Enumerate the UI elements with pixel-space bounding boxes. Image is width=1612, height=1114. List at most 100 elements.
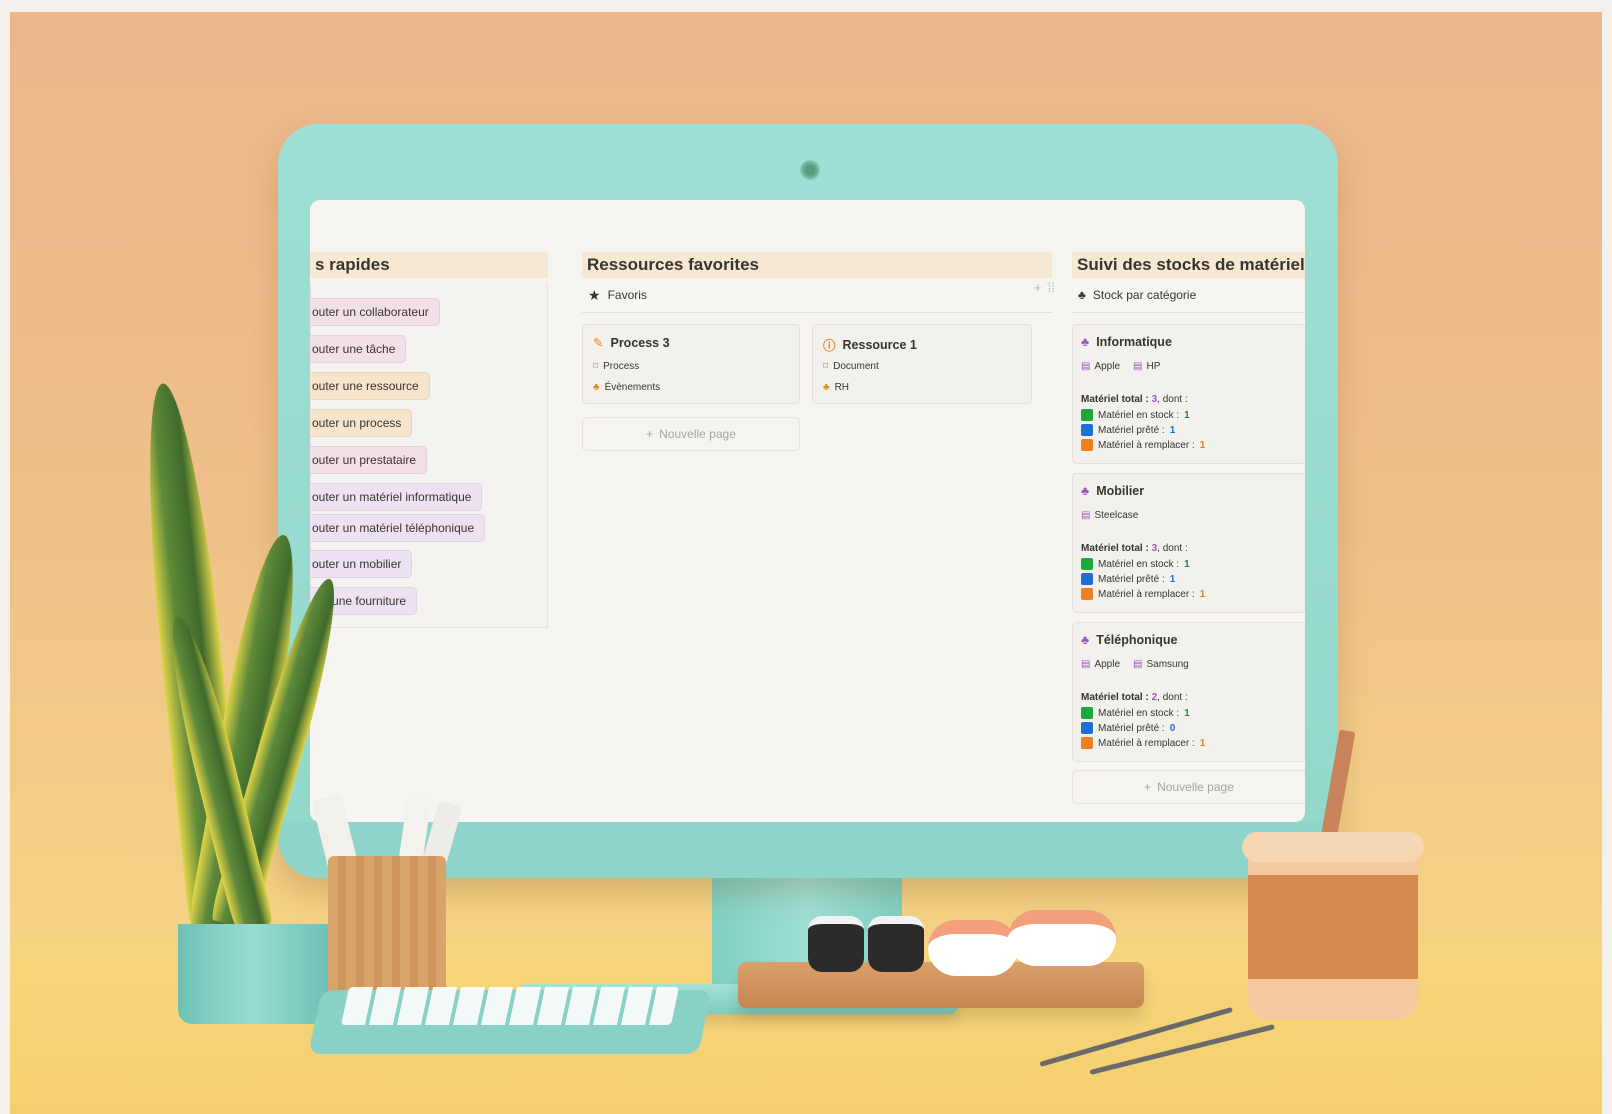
replace-value: 1 <box>1199 439 1206 451</box>
category-name: Mobilier <box>1096 484 1145 498</box>
total-suffix: , dont : <box>1157 543 1188 554</box>
add-it-equipment-button[interactable]: outer un matériel informatique <box>310 483 483 511</box>
shapes-icon: ♣ <box>823 382 830 393</box>
lent-label: Matériel prêté : <box>1098 573 1165 585</box>
total-line: Matériel total : 2, dont : <box>1081 692 1188 703</box>
add-block-icon[interactable]: + <box>1034 280 1042 295</box>
info-icon: ⓘ <box>823 339 836 353</box>
tag-label: Steelcase <box>1094 510 1139 521</box>
card-title: Process 3 <box>610 335 670 350</box>
tag-label: Apple <box>1094 659 1121 670</box>
orange-square-icon <box>1081 439 1093 451</box>
bookmark-icon: ⌑ <box>593 361 599 372</box>
favorites-view-label: Favoris <box>607 288 647 302</box>
plus-icon: + <box>1144 780 1152 794</box>
total-line: Matériel total : 3, dont : <box>1081 394 1188 405</box>
quick-actions-panel: outer un collaborateur outer une tâche o… <box>310 282 548 628</box>
green-square-icon <box>1081 707 1093 719</box>
total-line: Matériel total : 3, dont : <box>1081 543 1188 554</box>
replace-label: Matériel à remplacer : <box>1098 439 1195 451</box>
tag-icon: ▤ <box>1081 361 1091 372</box>
drag-handle-icon[interactable]: ⁞⁞ <box>1048 280 1055 295</box>
green-square-icon <box>1081 558 1093 570</box>
lent-label: Matériel prêté : <box>1098 722 1165 734</box>
card-prop-category: Évènements <box>604 382 661 393</box>
tag-icon: ▤ <box>1133 361 1143 372</box>
nigiri <box>1008 910 1116 966</box>
favorites-view-tab[interactable]: ★ Favoris <box>582 278 1052 313</box>
favorite-card-resource[interactable]: ⓘ Ressource 1 ⌑ Document ♣ RH <box>812 324 1032 404</box>
card-title: Ressource 1 <box>842 337 917 352</box>
tag-icon: ▤ <box>1081 510 1091 521</box>
total-label: Matériel total : <box>1081 394 1152 405</box>
lent-value: 0 <box>1169 722 1176 734</box>
brand-tag: ▤ Apple <box>1081 659 1120 670</box>
notion-screen: s rapides outer un collaborateur outer u… <box>310 200 1305 822</box>
stock-label: Matériel en stock : <box>1098 558 1180 570</box>
scene-background: s rapides outer un collaborateur outer u… <box>10 12 1602 1114</box>
stocks-title: Suivi des stocks de matériel <box>1072 252 1305 278</box>
coffee-lid <box>1242 832 1424 862</box>
replace-label: Matériel à remplacer : <box>1098 737 1195 749</box>
new-page-label: Nouvelle page <box>1157 780 1234 794</box>
favorites-column: Ressources favorites ★ Favoris ✎ Process… <box>582 252 1052 451</box>
add-task-button[interactable]: outer une tâche <box>310 335 407 363</box>
stock-card-telephonique[interactable]: ♣ Téléphonique ▤ Apple ▤ Samsung Matériel … <box>1072 622 1305 762</box>
tag-label: Samsung <box>1146 659 1189 670</box>
stocks-view-tab[interactable]: ♣ Stock par catégorie <box>1072 278 1305 313</box>
category-name: Téléphonique <box>1096 633 1178 647</box>
tag-label: HP <box>1146 361 1161 372</box>
category-icon: ♣ <box>1081 484 1090 498</box>
favorites-title: Ressources favorites <box>582 252 1052 278</box>
plant-pot <box>178 924 328 1024</box>
stock-card-informatique[interactable]: ♣ Informatique ▤ Apple ▤ HP Matériel total… <box>1072 324 1305 464</box>
replace-value: 1 <box>1199 737 1206 749</box>
tag-icon: ▤ <box>1081 659 1091 670</box>
stocks-new-page-button[interactable]: + Nouvelle page <box>1072 770 1305 804</box>
add-resource-button[interactable]: outer une ressource <box>310 372 430 400</box>
brand-tag: ▤ Samsung <box>1133 659 1189 670</box>
lent-value: 1 <box>1169 424 1176 436</box>
maki-roll <box>868 916 924 972</box>
favorite-card-process[interactable]: ✎ Process 3 ⌑ Process ♣ Évènements <box>582 324 800 404</box>
quick-actions-column: s rapides outer un collaborateur outer u… <box>310 252 548 628</box>
total-suffix: , dont : <box>1157 394 1188 405</box>
brand-tag: ▤ HP <box>1133 361 1160 372</box>
stock-value: 1 <box>1184 707 1190 719</box>
keyboard-keys <box>340 987 680 1025</box>
stocks-column: Suivi des stocks de matériel ♣ Stock par… <box>1072 252 1305 804</box>
brand-tag: ▤ Apple <box>1081 361 1120 372</box>
card-prop-type: Process <box>603 361 640 372</box>
blue-square-icon <box>1081 722 1093 734</box>
add-provider-button[interactable]: outer un prestataire <box>310 446 428 474</box>
add-collaborator-button[interactable]: outer un collaborateur <box>310 298 440 326</box>
add-process-button[interactable]: outer un process <box>310 409 413 437</box>
category-name: Informatique <box>1096 335 1172 349</box>
pen-holder <box>328 856 446 996</box>
green-square-icon <box>1081 409 1093 421</box>
brand-tag: ▤ Steelcase <box>1081 510 1138 521</box>
star-icon: ★ <box>588 286 601 303</box>
total-suffix: , dont : <box>1157 692 1188 703</box>
stock-value: 1 <box>1184 558 1190 570</box>
webcam-icon <box>800 160 820 180</box>
category-icon: ♣ <box>1081 335 1090 349</box>
replace-value: 1 <box>1199 588 1206 600</box>
tag-label: Apple <box>1094 361 1121 372</box>
tag-icon: ▤ <box>1133 659 1143 670</box>
add-furniture-button[interactable]: outer un mobilier <box>310 550 413 578</box>
total-label: Matériel total : <box>1081 692 1152 703</box>
add-phone-equipment-button[interactable]: outer un matériel téléphonique <box>310 514 486 542</box>
card-prop-type: Document <box>833 361 879 372</box>
quick-actions-title: s rapides <box>310 252 548 278</box>
favorites-new-page-button[interactable]: + Nouvelle page <box>582 417 800 451</box>
edit-icon: ✎ <box>593 336 604 350</box>
stock-card-mobilier[interactable]: ♣ Mobilier ▤ Steelcase Matériel total : 3… <box>1072 473 1305 613</box>
bookmark-icon: ⌑ <box>823 361 829 372</box>
new-page-label: Nouvelle page <box>659 427 736 441</box>
orange-square-icon <box>1081 737 1093 749</box>
plus-icon: + <box>646 427 654 441</box>
maki-roll <box>808 916 864 972</box>
blue-square-icon <box>1081 573 1093 585</box>
lent-value: 1 <box>1169 573 1176 585</box>
